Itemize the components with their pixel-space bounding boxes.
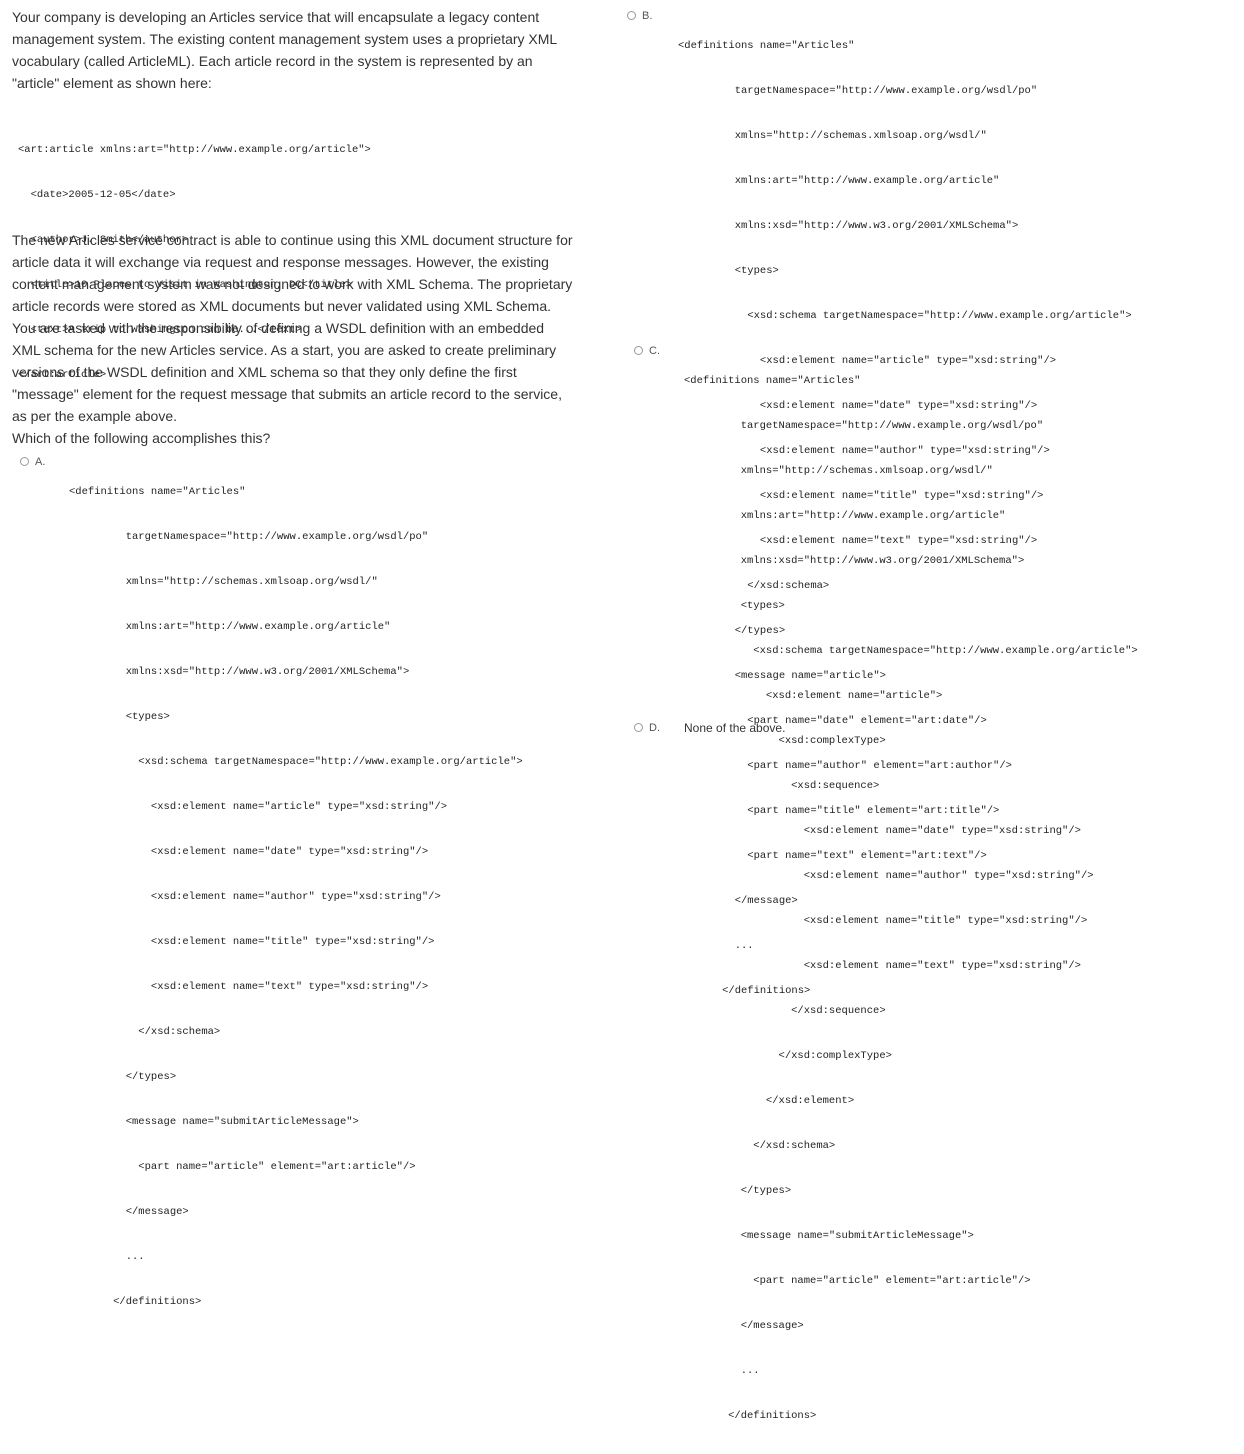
- code-line: <part name="article" element="art:articl…: [69, 1161, 416, 1173]
- question-line: content management system was not design…: [12, 276, 573, 292]
- code-line: <definitions name="Articles": [678, 40, 855, 52]
- code-line: targetNamespace="http://www.example.org/…: [684, 420, 1044, 432]
- option-c-radio[interactable]: [634, 346, 643, 355]
- code-line: xmlns:xsd="http://www.w3.org/2001/XMLSch…: [678, 220, 1019, 232]
- code-line: </message>: [684, 1320, 804, 1332]
- code-line: targetNamespace="http://www.example.org/…: [69, 531, 429, 543]
- code-line: xmlns:xsd="http://www.w3.org/2001/XMLSch…: [684, 555, 1025, 567]
- code-line: <xsd:schema targetNamespace="http://www.…: [678, 310, 1132, 322]
- code-line: </types>: [69, 1071, 177, 1083]
- code-line: <xsd:element name="text" type="xsd:strin…: [684, 960, 1081, 972]
- code-line: <xsd:element name="date" type="xsd:strin…: [684, 825, 1081, 837]
- code-line: <xsd:element name="text" type="xsd:strin…: [69, 981, 429, 993]
- question-line: article data it will exchange via reques…: [12, 254, 549, 270]
- code-line: </xsd:sequence>: [684, 1005, 886, 1017]
- code-line: <types>: [684, 600, 785, 612]
- code-line: xmlns="http://schemas.xmlsoap.org/wsdl/": [678, 130, 987, 142]
- code-line: </types>: [684, 1185, 792, 1197]
- code-line: <xsd:element name="date" type="xsd:strin…: [69, 846, 429, 858]
- question-intro-text: Your company is developing an Articles s…: [12, 6, 622, 94]
- code-line: xmlns:art="http://www.example.org/articl…: [684, 510, 1006, 522]
- code-line: <xsd:sequence>: [684, 780, 880, 792]
- option-b-radio[interactable]: [627, 11, 636, 20]
- option-c-code: <definitions name="Articles" targetNames…: [684, 344, 1138, 1454]
- option-a-letter: A.: [35, 456, 46, 468]
- code-line: <xsd:element name="author" type="xsd:str…: [69, 891, 441, 903]
- code-line: </message>: [69, 1206, 189, 1218]
- option-d-label: None of the above.: [684, 721, 786, 735]
- code-line: <art:article xmlns:art="http://www.examp…: [18, 144, 371, 156]
- code-line: <xsd:element name="title" type="xsd:stri…: [69, 936, 435, 948]
- code-line: ...: [69, 1251, 145, 1263]
- question-line: XML schema for the new Articles service.…: [12, 342, 557, 358]
- code-line: xmlns:xsd="http://www.w3.org/2001/XMLSch…: [69, 666, 410, 678]
- code-line: targetNamespace="http://www.example.org/…: [678, 85, 1038, 97]
- code-line: <xsd:schema targetNamespace="http://www.…: [69, 756, 523, 768]
- question-line: vocabulary (called ArticleML). Each arti…: [12, 53, 533, 69]
- code-line: <types>: [678, 265, 779, 277]
- option-d-letter: D.: [649, 722, 660, 734]
- question-body-text: The new Articles service contract is abl…: [12, 229, 573, 449]
- code-line: </definitions>: [684, 1410, 817, 1422]
- code-line: <xsd:element name="author" type="xsd:str…: [684, 870, 1094, 882]
- code-line: </definitions>: [69, 1296, 202, 1308]
- code-line: </xsd:element>: [684, 1095, 855, 1107]
- code-line: </xsd:schema>: [69, 1026, 221, 1038]
- question-line: Your company is developing an Articles s…: [12, 9, 540, 25]
- code-line: <date>2005-12-05</date>: [18, 189, 176, 201]
- code-line: </xsd:complexType>: [684, 1050, 892, 1062]
- code-line: xmlns:art="http://www.example.org/articl…: [678, 175, 1000, 187]
- code-line: <message name="submitArticleMessage">: [69, 1116, 359, 1128]
- code-line: <xsd:element name="title" type="xsd:stri…: [684, 915, 1088, 927]
- code-line: xmlns="http://schemas.xmlsoap.org/wsdl/": [69, 576, 378, 588]
- question-intro: Your company is developing an Articles s…: [12, 6, 622, 94]
- option-a-code: <definitions name="Articles" targetNames…: [69, 455, 523, 1340]
- question-line: versions of the WSDL definition and XML …: [12, 364, 517, 380]
- code-line: <xsd:schema targetNamespace="http://www.…: [684, 645, 1138, 657]
- question-line: management system. The existing content …: [12, 31, 558, 47]
- option-b-letter: B.: [642, 10, 653, 22]
- code-line: </xsd:schema>: [684, 1140, 836, 1152]
- option-c-letter: C.: [649, 345, 660, 357]
- question-line: The new Articles service contract is abl…: [12, 232, 573, 248]
- code-line: <xsd:complexType>: [684, 735, 886, 747]
- code-line: <message name="submitArticleMessage">: [684, 1230, 974, 1242]
- question-line: "article" element as shown here:: [12, 75, 212, 91]
- question-line: "message" element for the request messag…: [12, 386, 562, 402]
- option-a-radio[interactable]: [20, 457, 29, 466]
- code-line: <xsd:element name="article">: [684, 690, 943, 702]
- question-line: article records were stored as XML docum…: [12, 298, 551, 314]
- code-line: <xsd:element name="article" type="xsd:st…: [69, 801, 448, 813]
- code-line: <types>: [69, 711, 170, 723]
- code-line: ...: [684, 1365, 760, 1377]
- code-line: <definitions name="Articles": [684, 375, 861, 387]
- code-line: <part name="article" element="art:articl…: [684, 1275, 1031, 1287]
- code-line: xmlns="http://schemas.xmlsoap.org/wsdl/": [684, 465, 993, 477]
- question-line: Which of the following accomplishes this…: [12, 430, 271, 446]
- code-line: xmlns:art="http://www.example.org/articl…: [69, 621, 391, 633]
- question-line: You are tasked with the responsibility o…: [12, 320, 545, 336]
- code-line: <definitions name="Articles": [69, 486, 246, 498]
- option-d-radio[interactable]: [634, 723, 643, 732]
- question-line: as per the example above.: [12, 408, 177, 424]
